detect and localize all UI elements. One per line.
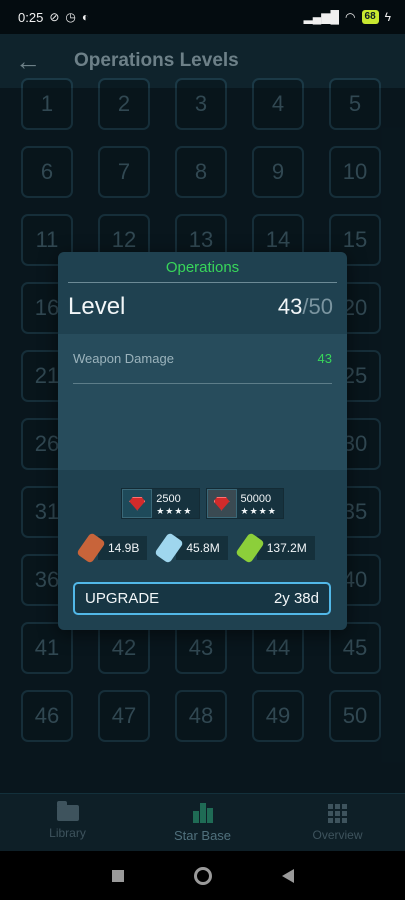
- nav-item-library[interactable]: Library: [8, 801, 128, 840]
- nav-label: Overview: [312, 827, 363, 842]
- alarm-icon: ◷: [65, 10, 76, 24]
- building-icon: [192, 802, 213, 823]
- recents-icon[interactable]: [111, 869, 124, 882]
- level-label: Level: [68, 293, 126, 320]
- wifi-icon: ◠: [345, 10, 356, 24]
- status-bar: 0:25 ⊘ ◷ ◐ ▂▄▆█ ◠ 68 ϟ: [0, 0, 405, 34]
- level-value: 43/50: [278, 294, 333, 320]
- status-left: 0:25 ⊘ ◷ ◐: [18, 10, 89, 25]
- nav-label: Star Base: [173, 827, 232, 843]
- resource-item: 137.2M: [234, 532, 315, 564]
- level-max: 50: [308, 294, 333, 319]
- resource-item: 14.9B: [76, 532, 148, 564]
- app-icon: ◐: [81, 10, 90, 24]
- red-gem-icon: [206, 489, 237, 518]
- resource-amount: 14.9B: [98, 536, 148, 560]
- resource-amount: 45.8M: [176, 536, 228, 560]
- red-gem-icon: [122, 489, 153, 518]
- requirement-info: 2500 ★★★★: [152, 489, 198, 518]
- mute-icon: ⊘: [49, 10, 60, 24]
- arrow-left-icon: ←: [15, 45, 41, 76]
- battery-icon: 68: [361, 10, 379, 24]
- upgrade-time: 2y 38d: [273, 590, 319, 607]
- requirement-card: 2500 ★★★★: [121, 488, 200, 519]
- stats-area: Weapon Damage 43: [58, 334, 347, 470]
- requirements-row: 2500 ★★★★ 50000 ★★★★: [58, 488, 347, 519]
- level-current: 43: [277, 294, 303, 319]
- status-time: 0:25: [18, 9, 44, 25]
- grid-icon: [328, 803, 347, 823]
- bottom-navigation: Library Star Base Overview: [0, 793, 405, 851]
- status-right: ▂▄▆█ ◠ 68 ϟ: [304, 10, 391, 24]
- resource-item: 45.8M: [154, 532, 228, 564]
- star-rating: ★★★★: [156, 505, 193, 516]
- requirement-card: 50000 ★★★★: [205, 488, 284, 519]
- requirement-amount: 2500: [156, 492, 181, 505]
- level-row: Level 43/50: [58, 283, 347, 333]
- dialog-title: Operations: [165, 259, 240, 276]
- folder-icon: [56, 801, 79, 821]
- operations-dialog: Operations Level 43/50 Weapon Damage 43 …: [58, 252, 347, 630]
- upgrade-button[interactable]: UPGRADE 2y 38d: [73, 582, 331, 615]
- stat-row: Weapon Damage 43: [73, 334, 332, 384]
- upgrade-label: UPGRADE: [85, 590, 160, 607]
- system-back-icon[interactable]: [281, 868, 294, 883]
- resource-amount: 137.2M: [256, 536, 315, 560]
- signal-icon: ▂▄▆█: [303, 10, 340, 24]
- requirement-amount: 50000: [240, 492, 272, 505]
- system-navigation: [0, 851, 405, 900]
- nav-item-star-base[interactable]: Star Base: [143, 802, 263, 843]
- stat-value: 43: [317, 351, 332, 366]
- nav-item-overview[interactable]: Overview: [278, 803, 398, 842]
- page-title: Operations Levels: [74, 50, 239, 71]
- requirement-info: 50000 ★★★★: [237, 489, 283, 518]
- charging-icon: ϟ: [384, 10, 391, 24]
- nav-label: Library: [49, 826, 86, 840]
- resources-row: 14.9B 45.8M 137.2M: [76, 532, 315, 564]
- home-icon[interactable]: [193, 866, 212, 885]
- stat-name: Weapon Damage: [73, 351, 174, 366]
- star-rating: ★★★★: [240, 505, 277, 516]
